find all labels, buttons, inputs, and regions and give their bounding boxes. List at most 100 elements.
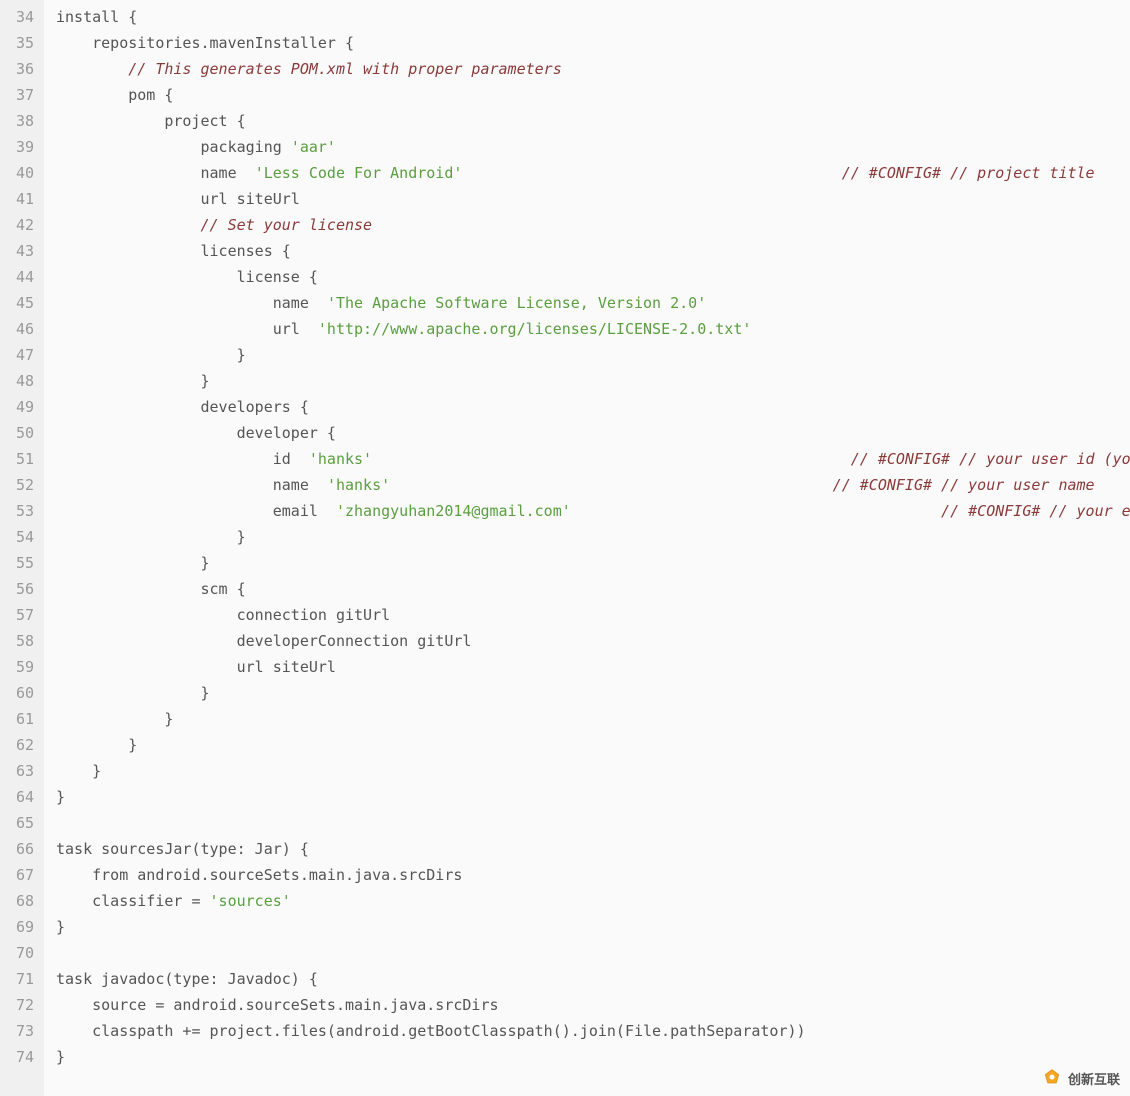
line-number: 70 [6, 940, 34, 966]
code-line[interactable]: } [56, 524, 1130, 550]
code-line[interactable]: // Set your license [56, 212, 1130, 238]
code-content[interactable]: install { repositories.mavenInstaller { … [44, 0, 1130, 1096]
code-token: 'Less Code For Android' [255, 164, 463, 182]
code-token: } [56, 528, 246, 546]
code-token: name [56, 476, 327, 494]
code-token: project { [56, 112, 246, 130]
code-token: scm { [56, 580, 246, 598]
line-number: 64 [6, 784, 34, 810]
code-token: } [56, 762, 101, 780]
line-number: 42 [6, 212, 34, 238]
line-number: 73 [6, 1018, 34, 1044]
code-token: 'http://www.apache.org/licenses/LICENSE-… [318, 320, 751, 338]
code-line[interactable]: developerConnection gitUrl [56, 628, 1130, 654]
code-line[interactable]: license { [56, 264, 1130, 290]
code-line[interactable]: } [56, 758, 1130, 784]
code-line[interactable]: classifier = 'sources' [56, 888, 1130, 914]
line-number: 48 [6, 368, 34, 394]
line-number: 69 [6, 914, 34, 940]
code-token [571, 502, 941, 520]
code-token: name [56, 294, 327, 312]
code-line[interactable]: } [56, 1044, 1130, 1070]
code-line[interactable]: repositories.mavenInstaller { [56, 30, 1130, 56]
line-number: 68 [6, 888, 34, 914]
code-token: task sourcesJar(type: Jar) { [56, 840, 309, 858]
code-line[interactable]: } [56, 368, 1130, 394]
line-number: 63 [6, 758, 34, 784]
code-token: 'The Apache Software License, Version 2.… [327, 294, 706, 312]
line-number: 54 [6, 524, 34, 550]
code-line[interactable]: developer { [56, 420, 1130, 446]
line-number: 40 [6, 160, 34, 186]
code-line[interactable]: } [56, 784, 1130, 810]
code-line[interactable]: } [56, 680, 1130, 706]
code-line[interactable]: packaging 'aar' [56, 134, 1130, 160]
code-line[interactable]: } [56, 914, 1130, 940]
code-token: // #CONFIG# // your user id (you can w [851, 450, 1130, 468]
code-line[interactable]: name 'The Apache Software License, Versi… [56, 290, 1130, 316]
line-number: 44 [6, 264, 34, 290]
code-line[interactable]: } [56, 732, 1130, 758]
code-token: url siteUrl [56, 190, 300, 208]
code-token: name [56, 164, 255, 182]
code-line[interactable]: url siteUrl [56, 654, 1130, 680]
code-line[interactable] [56, 810, 1130, 836]
line-number: 49 [6, 394, 34, 420]
line-number: 66 [6, 836, 34, 862]
code-line[interactable]: name 'hanks' // #CONFIG# // your user na… [56, 472, 1130, 498]
code-line[interactable]: from android.sourceSets.main.java.srcDir… [56, 862, 1130, 888]
code-line[interactable]: } [56, 550, 1130, 576]
code-token: 'aar' [291, 138, 336, 156]
code-line[interactable]: source = android.sourceSets.main.java.sr… [56, 992, 1130, 1018]
line-number: 37 [6, 82, 34, 108]
code-line[interactable]: install { [56, 4, 1130, 30]
line-number: 38 [6, 108, 34, 134]
code-line[interactable]: project { [56, 108, 1130, 134]
line-number: 56 [6, 576, 34, 602]
code-token [390, 476, 833, 494]
code-token: email [56, 502, 336, 520]
watermark-logo-icon [1042, 1068, 1062, 1088]
code-line[interactable]: task javadoc(type: Javadoc) { [56, 966, 1130, 992]
code-line[interactable]: connection gitUrl [56, 602, 1130, 628]
code-line[interactable]: licenses { [56, 238, 1130, 264]
line-number: 45 [6, 290, 34, 316]
code-token: url [56, 320, 318, 338]
code-line[interactable]: id 'hanks' // #CONFIG# // your user id (… [56, 446, 1130, 472]
code-token: repositories.mavenInstaller { [56, 34, 354, 52]
code-line[interactable]: url 'http://www.apache.org/licenses/LICE… [56, 316, 1130, 342]
code-line[interactable]: email 'zhangyuhan2014@gmail.com' // #CON… [56, 498, 1130, 524]
line-number: 51 [6, 446, 34, 472]
code-token: pom { [56, 86, 173, 104]
code-line[interactable]: url siteUrl [56, 186, 1130, 212]
code-line[interactable]: scm { [56, 576, 1130, 602]
line-number: 65 [6, 810, 34, 836]
code-line[interactable]: task sourcesJar(type: Jar) { [56, 836, 1130, 862]
code-token: install { [56, 8, 137, 26]
line-number: 59 [6, 654, 34, 680]
code-line[interactable]: } [56, 342, 1130, 368]
code-line[interactable]: developers { [56, 394, 1130, 420]
code-token: license { [56, 268, 318, 286]
line-number: 67 [6, 862, 34, 888]
line-number: 53 [6, 498, 34, 524]
code-line[interactable]: } [56, 706, 1130, 732]
code-line[interactable]: pom { [56, 82, 1130, 108]
line-number: 55 [6, 550, 34, 576]
code-token [462, 164, 841, 182]
code-token: developer { [56, 424, 336, 442]
code-line[interactable] [56, 940, 1130, 966]
code-token: } [56, 918, 65, 936]
line-number: 50 [6, 420, 34, 446]
code-token: connection gitUrl [56, 606, 390, 624]
line-number: 36 [6, 56, 34, 82]
code-token: } [56, 372, 210, 390]
line-number: 46 [6, 316, 34, 342]
code-line[interactable]: name 'Less Code For Android' // #CONFIG#… [56, 160, 1130, 186]
code-token: // #CONFIG# // project title [842, 164, 1095, 182]
code-line[interactable]: // This generates POM.xml with proper pa… [56, 56, 1130, 82]
code-token: } [56, 788, 65, 806]
line-number: 62 [6, 732, 34, 758]
code-line[interactable]: classpath += project.files(android.getBo… [56, 1018, 1130, 1044]
code-token: 'hanks' [327, 476, 390, 494]
